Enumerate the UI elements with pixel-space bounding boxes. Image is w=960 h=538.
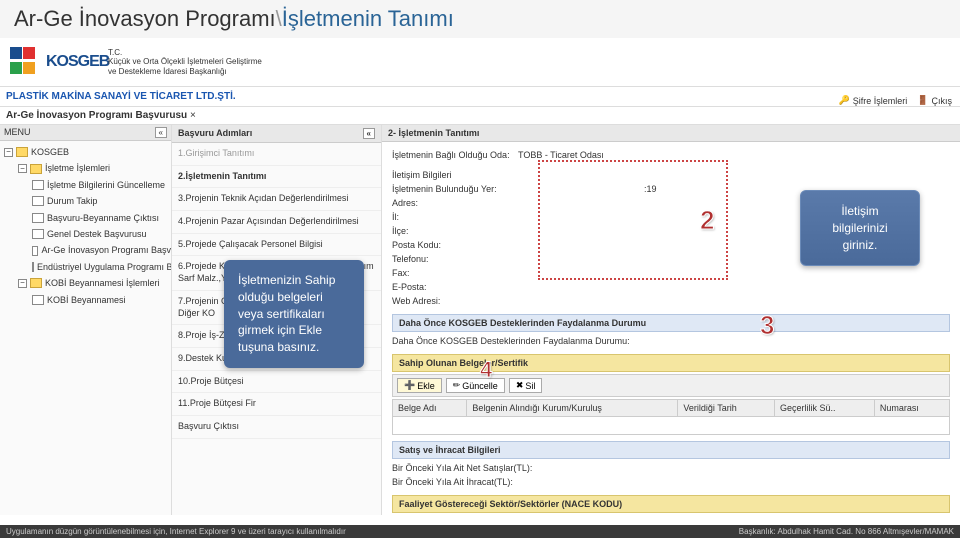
doc-icon xyxy=(32,213,44,223)
logo-mark xyxy=(10,47,36,77)
step-item[interactable]: 10.Proje Bütçesi xyxy=(172,371,381,394)
password-link[interactable]: 🔑 Şifre İşlemleri xyxy=(839,95,908,106)
eposta-label: E-Posta: xyxy=(392,282,512,292)
ilce-label: İlçe: xyxy=(392,226,512,236)
tree-item[interactable]: −KOBİ Beyannamesi İşlemleri xyxy=(0,275,171,291)
menu-collapse-button[interactable]: « xyxy=(155,127,167,138)
tree-item[interactable]: Endüstriyel Uygulama Programı B xyxy=(0,259,171,275)
tree-item[interactable]: Başvuru-Beyanname Çıktısı xyxy=(0,210,171,226)
content-header: 2- İşletmenin Tanıtımı xyxy=(382,125,960,142)
tree-item[interactable]: Ar-Ge İnovasyon Programı Başv xyxy=(0,242,171,258)
footer-bar: Uygulamanın düzgün görüntülenebilmesi iç… xyxy=(0,525,960,538)
menu-column: MENU « −KOSGEB −İşletme İşlemleri İşletm… xyxy=(0,125,172,515)
callout-iletisim: İletişim bilgilerinizi giriniz. xyxy=(800,190,920,266)
step-item[interactable]: 11.Proje Bütçesi Fir xyxy=(172,393,381,416)
tel-label: Telefonu: xyxy=(392,254,512,264)
edit-button[interactable]: ✏ Güncelle xyxy=(446,378,505,393)
logout-link[interactable]: 🚪 Çıkış xyxy=(917,95,952,106)
step-item[interactable]: 1.Girişimci Tanıtımı xyxy=(172,143,381,166)
badge-4: 4 xyxy=(480,357,492,383)
step-item[interactable]: 5.Projede Çalışacak Personel Bilgisi xyxy=(172,234,381,257)
col-numara[interactable]: Numarası xyxy=(874,400,949,417)
kosgeb-text: Daha Önce KOSGEB Desteklerinden Faydalan… xyxy=(392,336,630,346)
tree-item[interactable]: −İşletme İşlemleri xyxy=(0,160,171,176)
iletisim-subhead: İletişim Bilgileri xyxy=(392,170,452,180)
menu-header: MENU « xyxy=(0,125,171,141)
breadcrumb: Ar-Ge İnovasyon Programı Başvurusu × xyxy=(0,107,960,125)
step-item[interactable]: 3.Projenin Teknik Açıdan Değerlendirilme… xyxy=(172,188,381,211)
step-item[interactable]: Başvuru Çıktısı xyxy=(172,416,381,439)
col-belge-adi[interactable]: Belge Adı xyxy=(393,400,467,417)
expand-icon[interactable]: − xyxy=(18,279,27,288)
brand-text: KOSGEB xyxy=(46,53,98,71)
badge-2: 2 xyxy=(700,205,714,236)
callout-belgeler: İşletmenizin Sahip olduğu belgeleri veya… xyxy=(224,260,364,368)
col-kurum[interactable]: Belgenin Alındığı Kurum/Kuruluş xyxy=(467,400,678,417)
belge-section-head: Sahip Olunan Belgeler/Sertifik xyxy=(392,354,950,372)
add-button[interactable]: ➕ Ekle xyxy=(397,378,442,393)
doc-icon xyxy=(32,229,44,239)
delete-button[interactable]: ✖ Sil xyxy=(509,378,543,393)
logo-brand-box: KOSGEB xyxy=(46,44,98,80)
footer-right: Başkanlık: Abdulhak Hamit Cad. No 866 Al… xyxy=(739,527,954,536)
satis2-label: Bir Önceki Yıla Ait İhracat(TL): xyxy=(392,477,592,487)
web-label: Web Adresi: xyxy=(392,296,512,306)
folder-icon xyxy=(30,164,42,174)
fax-label: Fax: xyxy=(392,268,512,278)
posta-label: Posta Kodu: xyxy=(392,240,512,250)
menu-tree: −KOSGEB −İşletme İşlemleri İşletme Bilgi… xyxy=(0,141,171,311)
doc-icon xyxy=(32,196,44,206)
doc-icon xyxy=(32,180,44,190)
main-layout: MENU « −KOSGEB −İşletme İşlemleri İşletm… xyxy=(0,125,960,515)
steps-collapse-button[interactable]: « xyxy=(363,128,375,139)
il-label: İl: xyxy=(392,212,512,222)
page-title: Ar-Ge İnovasyon Programı\İşletmenin Tanı… xyxy=(0,0,960,38)
yer-value: :19 xyxy=(644,184,657,194)
step-item-active[interactable]: 2.İşletmenin Tanıtımı xyxy=(172,166,381,189)
expand-icon[interactable]: − xyxy=(4,148,13,157)
folder-icon xyxy=(30,278,42,288)
satis1-label: Bir Önceki Yıla Ait Net Satışlar(TL): xyxy=(392,463,592,473)
tree-root[interactable]: −KOSGEB xyxy=(0,144,171,160)
col-gecerlilik[interactable]: Geçerlilik Sü.. xyxy=(775,400,875,417)
kosgeb-section-head: Daha Önce KOSGEB Desteklerinden Faydalan… xyxy=(392,314,950,332)
nace-section-head: Faaliyet Göstereceği Sektör/Sektörler (N… xyxy=(392,495,950,513)
tree-item[interactable]: İşletme Bilgilerini Güncelleme xyxy=(0,177,171,193)
tree-item[interactable]: Durum Takip xyxy=(0,193,171,209)
oda-label: İşletmenin Bağlı Olduğu Oda: xyxy=(392,150,512,160)
top-right-links: 🔑 Şifre İşlemleri 🚪 Çıkış xyxy=(839,95,952,106)
expand-icon[interactable]: − xyxy=(18,164,27,173)
title-part2: İşletmenin Tanımı xyxy=(282,6,454,31)
belge-table: Belge Adı Belgenin Alındığı Kurum/Kurulu… xyxy=(392,399,950,435)
oda-value: TOBB - Ticaret Odası xyxy=(518,150,604,160)
satis-section-head: Satış ve İhracat Bilgileri xyxy=(392,441,950,459)
badge-3: 3 xyxy=(760,310,774,341)
yer-label: İşletmenin Bulunduğu Yer: xyxy=(392,184,512,194)
title-part1: Ar-Ge İnovasyon Programı xyxy=(14,6,276,31)
footer-left: Uygulamanın düzgün görüntülenebilmesi iç… xyxy=(6,527,346,536)
tree-item[interactable]: Genel Destek Başvurusu xyxy=(0,226,171,242)
col-tarih[interactable]: Verildiği Tarih xyxy=(678,400,775,417)
step-item[interactable]: 4.Projenin Pazar Açısından Değerlendiril… xyxy=(172,211,381,234)
belge-toolbar: ➕ Ekle ✏ Güncelle ✖ Sil xyxy=(392,374,950,397)
doc-icon xyxy=(32,246,38,256)
tree-item[interactable]: KOBİ Beyannamesi xyxy=(0,292,171,308)
adres-label: Adres: xyxy=(392,198,512,208)
logo-row: KOSGEB T.C. Küçük ve Orta Ölçekli İşletm… xyxy=(0,38,960,87)
org-text: T.C. Küçük ve Orta Ölçekli İşletmeleri G… xyxy=(108,48,262,77)
content-column: 2- İşletmenin Tanıtımı İşletmenin Bağlı … xyxy=(382,125,960,515)
folder-icon xyxy=(16,147,28,157)
company-name: PLASTİK MAKİNA SANAYİ VE TİCARET LTD.ŞTİ… xyxy=(0,87,960,107)
doc-icon xyxy=(32,262,34,272)
steps-header: Başvuru Adımları « xyxy=(172,125,381,143)
doc-icon xyxy=(32,295,44,305)
